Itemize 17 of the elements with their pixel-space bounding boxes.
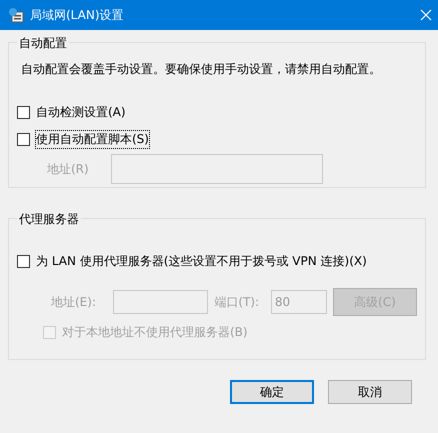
- checkbox[interactable]: [17, 106, 30, 119]
- ok-button[interactable]: 确定: [230, 380, 314, 404]
- description-text: 自动配置会覆盖手动设置。要确保使用手动设置，请禁用自动配置。: [20, 61, 382, 78]
- field-label: 地址(R): [47, 160, 89, 178]
- group-title: 自动配置: [17, 35, 69, 52]
- network-settings-icon: [8, 7, 24, 23]
- field-label: 端口(T):: [213, 294, 260, 310]
- close-icon[interactable]: [420, 9, 432, 21]
- checkbox[interactable]: [17, 255, 30, 268]
- checkbox[interactable]: [17, 133, 30, 146]
- checkbox-label[interactable]: 使用自动配置脚本(S): [36, 131, 149, 148]
- cancel-button[interactable]: 取消: [328, 380, 412, 404]
- checkbox-label[interactable]: 自动检测设置(A): [36, 104, 126, 121]
- group-title: 代理服务器: [17, 211, 81, 228]
- field-label: 地址(E):: [51, 294, 97, 310]
- checkbox-label[interactable]: 为 LAN 使用代理服务器(这些设置不用于拨号或 VPN 连接)(X): [36, 253, 367, 270]
- window-title: 局域网(LAN)设置: [30, 6, 125, 24]
